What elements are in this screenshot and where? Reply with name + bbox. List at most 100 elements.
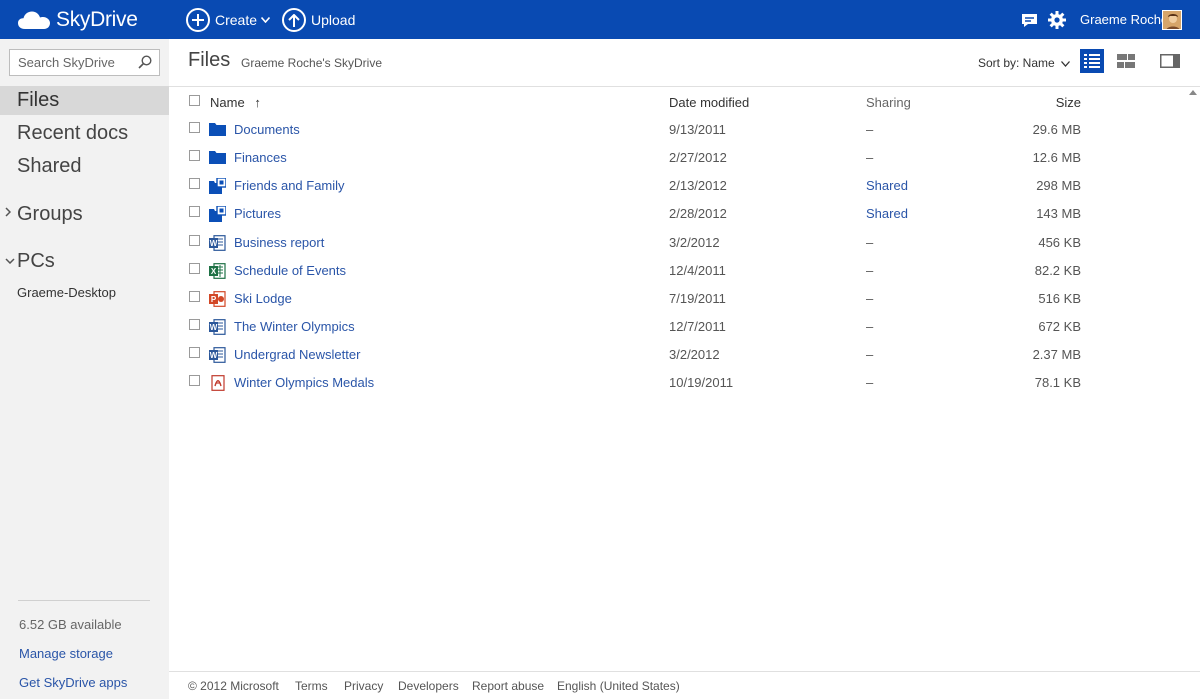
row-checkbox[interactable] — [189, 235, 200, 246]
upload-label: Upload — [311, 12, 356, 28]
svg-text:W: W — [210, 351, 218, 360]
list-view-button[interactable] — [1080, 49, 1104, 73]
feedback-icon[interactable] — [1020, 11, 1038, 29]
row-checkbox[interactable] — [189, 122, 200, 133]
file-name-link[interactable]: Pictures — [234, 206, 281, 221]
pdf-doc-icon — [209, 375, 226, 391]
file-name-link[interactable]: Ski Lodge — [234, 291, 292, 306]
nav-item-files[interactable]: Files — [0, 86, 169, 115]
create-button[interactable]: Create — [186, 7, 271, 33]
footer-link-language[interactable]: English (United States) — [557, 679, 680, 693]
file-name-link[interactable]: Finances — [234, 150, 287, 165]
column-header-sharing[interactable]: Sharing — [866, 95, 911, 110]
file-name-link[interactable]: Documents — [234, 122, 300, 137]
sort-dropdown[interactable]: Sort by: Name — [978, 56, 1071, 70]
row-checkbox[interactable] — [189, 150, 200, 161]
upload-button[interactable]: Upload — [282, 7, 355, 33]
svg-text:P: P — [211, 295, 217, 304]
scrollbar[interactable] — [1186, 87, 1200, 670]
file-size: 29.6 MB — [1032, 122, 1081, 137]
gear-icon[interactable] — [1048, 11, 1066, 29]
avatar[interactable] — [1162, 10, 1182, 30]
cloud-icon — [18, 11, 50, 29]
sort-ascending-arrow-icon: ↑ — [254, 95, 261, 110]
search-input[interactable] — [10, 50, 130, 75]
sharing-status: – — [866, 347, 874, 362]
top-bar: SkyDrive Create Upload Graeme Roche — [0, 0, 1200, 39]
select-all-checkbox[interactable] — [189, 95, 200, 106]
table-row[interactable]: W Business report 3/2/2012 – 456 KB — [169, 229, 1189, 257]
footer-link-developers[interactable]: Developers — [398, 679, 459, 693]
table-row[interactable]: Documents 9/13/2011 – 29.6 MB — [169, 116, 1189, 144]
details-pane-icon — [1160, 54, 1180, 68]
sharing-link[interactable]: Shared — [866, 178, 908, 193]
nav-item-pc-graeme-desktop[interactable]: Graeme-Desktop — [17, 285, 116, 300]
chevron-down-icon — [260, 15, 271, 26]
upload-arrow-icon — [282, 8, 306, 32]
table-row[interactable]: P Ski Lodge 7/19/2011 – 516 KB — [169, 285, 1189, 313]
nav-item-label: Groups — [17, 203, 83, 225]
row-checkbox[interactable] — [189, 263, 200, 274]
table-row[interactable]: Finances 2/27/2012 – 12.6 MB — [169, 144, 1189, 172]
details-pane-button[interactable] — [1158, 49, 1182, 73]
manage-storage-link[interactable]: Manage storage — [19, 646, 113, 661]
file-name-link[interactable]: Business report — [234, 235, 324, 250]
page-title: Files — [188, 49, 231, 71]
footer-link-privacy[interactable]: Privacy — [344, 679, 383, 693]
column-header-label: Name — [210, 95, 245, 110]
nav-item-label: Recent docs — [17, 122, 129, 144]
row-checkbox[interactable] — [189, 319, 200, 330]
file-size: 143 MB — [1036, 206, 1081, 221]
file-name-link[interactable]: Undergrad Newsletter — [234, 347, 360, 362]
divider — [18, 600, 150, 601]
footer-link-report-abuse[interactable]: Report abuse — [472, 679, 544, 693]
table-row[interactable]: W The Winter Olympics 12/7/2011 – 672 KB — [169, 313, 1189, 341]
row-checkbox[interactable] — [189, 347, 200, 358]
row-checkbox[interactable] — [189, 291, 200, 302]
nav-item-recent-docs[interactable]: Recent docs — [0, 119, 169, 148]
date-modified: 2/27/2012 — [669, 150, 727, 165]
date-modified: 2/28/2012 — [669, 206, 727, 221]
row-checkbox[interactable] — [189, 375, 200, 386]
row-checkbox[interactable] — [189, 178, 200, 189]
search-icon[interactable] — [138, 55, 152, 69]
table-row[interactable]: W Undergrad Newsletter 3/2/2012 – 2.37 MB — [169, 341, 1189, 369]
file-name-link[interactable]: Schedule of Events — [234, 263, 346, 278]
table-row[interactable]: Pictures 2/28/2012 Shared 143 MB — [169, 200, 1189, 228]
column-header-name[interactable]: Name ↑ — [210, 95, 261, 110]
word-doc-icon: W — [209, 347, 226, 363]
file-name-link[interactable]: The Winter Olympics — [234, 319, 355, 334]
table-row[interactable]: Winter Olympics Medals 10/19/2011 – 78.1 KB — [169, 369, 1189, 397]
shared-folder-icon — [209, 177, 227, 194]
plus-icon — [186, 8, 210, 32]
table-row[interactable]: X Schedule of Events 12/4/2011 – 82.2 KB — [169, 257, 1189, 285]
thumbnail-view-button[interactable] — [1114, 49, 1138, 73]
svg-text:W: W — [210, 239, 218, 248]
date-modified: 12/4/2011 — [669, 263, 726, 278]
breadcrumb[interactable]: Graeme Roche's SkyDrive — [241, 56, 382, 70]
nav-item-groups[interactable]: Groups — [0, 200, 169, 229]
nav-item-pcs[interactable]: PCs — [0, 247, 169, 276]
date-modified: 3/2/2012 — [669, 235, 720, 250]
left-nav: Files Recent docs Shared Groups PCs Grae… — [0, 39, 169, 699]
user-name[interactable]: Graeme Roche — [1080, 12, 1168, 27]
get-skydrive-apps-link[interactable]: Get SkyDrive apps — [19, 675, 127, 690]
date-modified: 2/13/2012 — [669, 178, 727, 193]
table-row[interactable]: Friends and Family 2/13/2012 Shared 298 MB — [169, 172, 1189, 200]
folder-icon — [209, 122, 226, 138]
column-header-date-modified[interactable]: Date modified — [669, 95, 749, 110]
footer-link-terms[interactable]: Terms — [295, 679, 328, 693]
nav-item-shared[interactable]: Shared — [0, 152, 169, 181]
file-name-link[interactable]: Winter Olympics Medals — [234, 375, 374, 390]
sharing-link[interactable]: Shared — [866, 206, 908, 221]
row-checkbox[interactable] — [189, 206, 200, 217]
svg-text:X: X — [211, 267, 217, 276]
scroll-up-arrow-icon[interactable] — [1189, 90, 1197, 95]
file-name-link[interactable]: Friends and Family — [234, 178, 345, 193]
date-modified: 9/13/2011 — [669, 122, 726, 137]
skydrive-logo[interactable]: SkyDrive — [18, 7, 138, 33]
column-header-size[interactable]: Size — [1000, 95, 1081, 110]
sharing-status: – — [866, 122, 874, 137]
search-box[interactable] — [9, 49, 160, 76]
copyright: © 2012 Microsoft — [188, 679, 279, 693]
